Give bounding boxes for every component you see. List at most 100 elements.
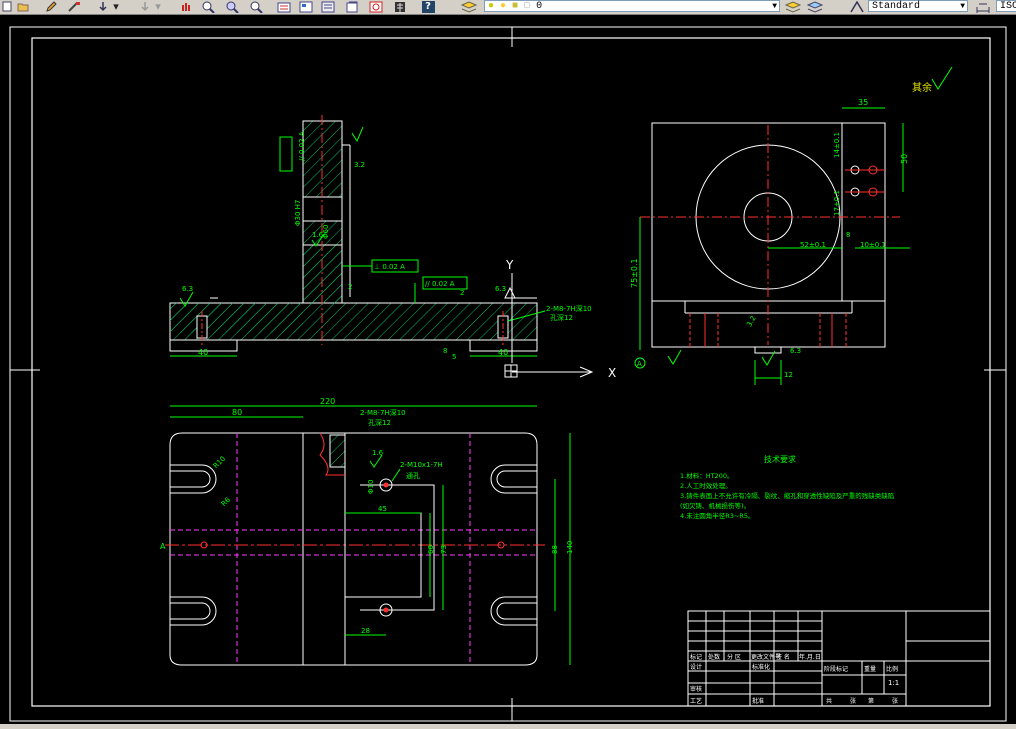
drawing-canvas[interactable]: 其余 40 40 // 0.02 A Φ30 H7 Φ60 1.6 3.2 ⊥ …: [0, 15, 1016, 724]
toolbar: ▾ ▾ ? ● ● ■ ■ 0 ▼ Standard ▼ ISC: [0, 0, 1016, 15]
dim-phi10: Φ10: [367, 480, 375, 494]
help-icon: ?: [421, 0, 435, 13]
svg-text:共: 共: [826, 697, 832, 705]
chevron-down-icon: ▼: [960, 2, 965, 11]
pencil-icon[interactable]: [44, 0, 58, 13]
thread-note-side-2: 孔深12: [550, 313, 573, 322]
rough-6-3-left: 6.3: [182, 285, 193, 293]
dim-2a: 2: [348, 283, 352, 291]
open-file-icon[interactable]: [16, 0, 30, 13]
color-swatch-icon: ■: [524, 1, 531, 12]
layer-dropdown[interactable]: ● ● ■ ■ 0 ▼: [484, 0, 780, 12]
svg-text:签 名: 签 名: [776, 653, 790, 661]
rough-3-2: 3.2: [354, 161, 365, 169]
thread-note-plan-1: 2-M8-7H深10: [360, 408, 406, 417]
dim-140: 140: [566, 541, 574, 554]
dim-40-left: 40: [198, 348, 208, 357]
rough-6-3-rightview: 6.3: [790, 347, 801, 355]
dim-52: 52±0.1: [800, 241, 826, 249]
dim-r10: R10: [212, 455, 227, 470]
lock-icon: ■: [512, 1, 519, 12]
properties-icon[interactable]: [276, 0, 292, 13]
design-center-icon[interactable]: [298, 0, 314, 13]
thread-note-plan-2: 孔深12: [368, 418, 391, 427]
side-section-view: 40 40 // 0.02 A Φ30 H7 Φ60 1.6 3.2 ⊥ 0.0…: [169, 115, 592, 361]
dim-10: 10±0.1: [860, 241, 886, 249]
dim-75: 75±0.1: [630, 258, 639, 288]
dim-17: 17±0.1: [833, 190, 841, 216]
markup-icon[interactable]: [368, 0, 384, 13]
ucs-x-label: X: [608, 366, 616, 380]
dim-88: 88: [551, 545, 559, 554]
svg-text:// 0.02 A: // 0.02 A: [298, 131, 306, 161]
zoom-previous-icon[interactable]: [248, 0, 264, 13]
tech-req-line-5: 4.未注圆角半径R3~R5。: [680, 511, 754, 520]
tech-req-line-4: (如欠铸、机械损伤等)。: [680, 501, 750, 510]
calculator-icon[interactable]: [392, 0, 408, 13]
tool-palettes-icon[interactable]: [320, 0, 336, 13]
dimension-style-dropdown[interactable]: ISC: [996, 0, 1016, 12]
make-layer-current-icon[interactable]: [784, 0, 802, 13]
dim-phi60: Φ60: [322, 225, 330, 239]
svg-text:年.月.日: 年.月.日: [799, 653, 821, 661]
dim-73: 73: [440, 545, 448, 554]
svg-text:标记: 标记: [690, 653, 702, 661]
text-style-dropdown[interactable]: Standard ▼: [868, 0, 968, 12]
tech-req-title: 技术要求: [764, 454, 796, 464]
datum-a-label: A: [637, 360, 642, 368]
sheet-set-icon[interactable]: [344, 0, 360, 13]
layer-name: 0: [536, 1, 543, 12]
new-file-icon[interactable]: [0, 0, 14, 13]
rough-1-6: 1.6: [312, 231, 324, 239]
lightbulb-icon: ●: [488, 1, 495, 12]
chevron-down-icon: ▼: [772, 2, 777, 11]
dim-45: 45: [378, 505, 387, 513]
tech-req-line-2: 2.人工时效处理。: [680, 481, 732, 490]
svg-text:重量: 重量: [864, 665, 876, 673]
zoom-realtime-icon[interactable]: [200, 0, 216, 13]
svg-text:设计: 设计: [690, 663, 702, 671]
section-a-label: A: [160, 542, 166, 551]
thread-note-plan-3: 2-M10x1-7H: [400, 461, 443, 469]
svg-text:工艺: 工艺: [690, 697, 702, 705]
svg-text:张: 张: [850, 697, 856, 705]
svg-text:第: 第: [868, 697, 874, 705]
match-properties-icon[interactable]: [66, 0, 82, 13]
dim-14: 14±0.1: [833, 132, 841, 158]
layer-manager-icon[interactable]: [460, 0, 478, 13]
dim-8-right: 8: [846, 231, 850, 239]
ucs-y-label: Y: [505, 258, 514, 272]
layer-previous-icon[interactable]: [806, 0, 824, 13]
dim-50: 50: [900, 154, 909, 164]
right-end-view: 35 50 14±0.1 17±0.1 52±0.1 10±0.1 8 75±0…: [630, 98, 910, 385]
dimension-style-icon[interactable]: [974, 0, 992, 13]
tech-req-line-1: 1.材料：HT200。: [680, 471, 733, 480]
dim-35: 35: [858, 98, 868, 107]
svg-text:审核: 审核: [690, 685, 702, 693]
roughness-symbol-general: 其余: [912, 66, 953, 94]
dim-60: 60: [427, 545, 435, 554]
redo-dropdown-icon[interactable]: ▾: [154, 0, 162, 13]
sun-icon: ●: [500, 1, 507, 12]
tech-req-line-3: 3.铸件表面上不允许有冷隔、裂纹、缩孔和穿透性缺陷及严重的残缺类缺陷: [680, 491, 894, 500]
status-bar: [0, 724, 1016, 729]
dim-phi30: Φ30 H7: [294, 200, 302, 226]
dim-80: 80: [232, 408, 242, 417]
svg-text:批准: 批准: [752, 697, 764, 705]
svg-text:分 区: 分 区: [727, 653, 741, 661]
redo-icon[interactable]: [138, 0, 152, 13]
text-style-value: Standard: [872, 1, 921, 12]
thread-note-plan-4: 通孔: [406, 471, 420, 480]
text-style-icon[interactable]: [848, 0, 866, 13]
dim-28: 28: [361, 627, 370, 635]
zoom-window-icon[interactable]: [224, 0, 240, 13]
thread-note-side-1: 2-M8-7H深10: [546, 304, 592, 313]
help-button[interactable]: ?: [420, 0, 436, 13]
dim-5: 5: [452, 353, 456, 361]
roughness-general-label: 其余: [912, 81, 932, 94]
undo-icon[interactable]: [96, 0, 110, 13]
rough-3-2-right: 3.2: [745, 315, 757, 329]
svg-text:比例: 比例: [886, 665, 898, 673]
pan-icon[interactable]: [178, 0, 194, 13]
undo-dropdown-icon[interactable]: ▾: [112, 0, 120, 13]
